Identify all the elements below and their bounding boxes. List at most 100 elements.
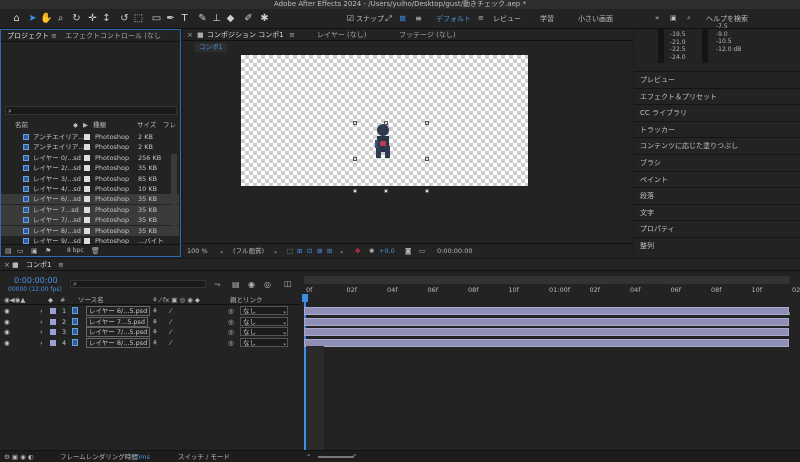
panel-item[interactable]: ブラシ: [634, 154, 800, 170]
quality-switch-icon[interactable]: ⁄: [170, 317, 171, 327]
parent-dropdown-chevron-icon[interactable]: ⌄: [282, 327, 287, 337]
transparency-grid-icon[interactable]: ⊞: [297, 244, 302, 258]
roto-tool-icon[interactable]: ✐: [242, 12, 255, 25]
panel-item[interactable]: 整列: [634, 237, 800, 253]
tab-timeline-comp[interactable]: コンポ1: [26, 259, 51, 271]
panel-item[interactable]: コンテンツに応じた塗りつぶし: [634, 137, 800, 153]
hand-tool-icon[interactable]: ✋: [40, 12, 53, 25]
quality-switch-icon[interactable]: ⁄: [170, 327, 171, 337]
interpret-footage-icon[interactable]: ▤: [5, 245, 12, 257]
grid-icon[interactable]: ⊞: [327, 244, 332, 258]
view-chevron-icon[interactable]: ⌄: [339, 244, 344, 258]
transform-handle-l[interactable]: [353, 157, 357, 161]
mask-visibility-icon[interactable]: ⊡: [307, 244, 312, 258]
label-color-icon[interactable]: [84, 165, 90, 172]
shy-layers-icon[interactable]: ◉: [248, 280, 255, 289]
project-item[interactable]: レイヤー 6/...sd Photoshop 35 KB: [1, 194, 179, 205]
project-item[interactable]: アンチエイリア... Photoshop 2 KB: [1, 142, 179, 152]
comp-timecode[interactable]: 0:00:00:00: [437, 244, 473, 258]
expand-chevron-icon[interactable]: ›: [40, 338, 43, 348]
parent-dropdown[interactable]: なし: [240, 337, 288, 347]
timeline-menu-icon[interactable]: ≡: [58, 259, 64, 271]
workspace-panel-icon[interactable]: ▣: [670, 14, 677, 22]
layer-name[interactable]: レイヤー 6/...5.psd: [86, 306, 151, 316]
layer-name[interactable]: レイヤー 8/...5.psd: [86, 337, 151, 348]
exposure-value[interactable]: +0.0: [379, 244, 395, 258]
visibility-icon[interactable]: ◉: [4, 327, 10, 337]
transform-handle-b[interactable]: [384, 189, 388, 193]
col-type-icon[interactable]: ▶: [83, 120, 88, 130]
expand-chevron-icon[interactable]: ›: [40, 317, 43, 327]
expand-chevron-icon[interactable]: ›: [40, 327, 43, 337]
pick-whip-icon[interactable]: ◎: [228, 306, 234, 316]
pick-whip-icon[interactable]: ◎: [228, 317, 234, 327]
project-item[interactable]: レイヤー 3/...sd Photoshop 85 KB: [1, 174, 179, 184]
project-item[interactable]: レイヤー 8/...sd Photoshop 35 KB: [1, 225, 179, 236]
zoom-chevron-icon[interactable]: ⌄: [219, 244, 224, 258]
project-search-input[interactable]: ⌕: [5, 106, 177, 115]
zoom-in-icon[interactable]: ⌃: [352, 451, 357, 462]
project-item[interactable]: レイヤー 4/...sd Photoshop 10 KB: [1, 184, 179, 194]
zoom-tool-icon[interactable]: ⌕: [54, 12, 67, 25]
transform-handle-tr[interactable]: [425, 121, 429, 125]
panel-item[interactable]: 段落: [634, 187, 800, 203]
eraser-tool-icon[interactable]: ◆: [224, 12, 237, 25]
status-icons[interactable]: ⚙ ▣ ◉ ◐: [4, 451, 34, 462]
tab-comp-menu-icon[interactable]: ≡: [289, 29, 295, 41]
zoom-slider[interactable]: [318, 456, 354, 458]
quality-switch-icon[interactable]: ⁄: [170, 306, 171, 316]
col-source-name[interactable]: ソース名: [78, 295, 104, 305]
shy-switch-icon[interactable]: ⚘: [152, 306, 158, 316]
snap-options-icon[interactable]: ⤢: [382, 12, 395, 25]
layer-row[interactable]: ◉ › 4 レイヤー 8/...5.psd ⚘ ⁄ ◎ なし ⌄: [0, 337, 300, 348]
parent-dropdown[interactable]: なし: [240, 327, 288, 336]
type-tool-icon[interactable]: T: [178, 12, 191, 25]
project-item[interactable]: レイヤー 7/...sd Photoshop 35 KB: [1, 215, 179, 226]
workspace-default[interactable]: デフォルト: [436, 14, 471, 24]
quality-dropdown[interactable]: (フル画質): [233, 244, 264, 258]
label-color-icon[interactable]: [50, 339, 56, 346]
tab-composition[interactable]: コンポジション コンポ1: [207, 29, 284, 41]
label-color-icon[interactable]: [84, 217, 90, 224]
label-color-icon[interactable]: [84, 175, 90, 182]
transform-handle-br[interactable]: [425, 189, 429, 193]
project-item[interactable]: アンチエイリア... Photoshop 2 KB: [1, 132, 179, 142]
shy-switch-icon[interactable]: ⚘: [152, 338, 158, 348]
col-parent-link[interactable]: 親とリンク: [230, 295, 263, 305]
pen-tool-icon[interactable]: ✒: [164, 12, 177, 25]
layer-duration-bar[interactable]: [304, 317, 789, 326]
guides-icon[interactable]: ⊠: [317, 244, 322, 258]
col-type[interactable]: 種類: [93, 120, 106, 130]
tab-layer[interactable]: レイヤー (なし): [317, 29, 366, 41]
rotate-tool-icon[interactable]: ↺: [118, 12, 131, 25]
timeline-lock-icon[interactable]: ■: [12, 259, 19, 271]
bpc-label[interactable]: 8 bpc: [67, 245, 84, 257]
rectangle-tool-icon[interactable]: ▭: [150, 12, 163, 25]
transform-handle-t[interactable]: [384, 121, 388, 125]
label-color-icon[interactable]: [84, 196, 90, 203]
project-item[interactable]: レイヤー 2/...sd Photoshop 35 KB: [1, 163, 179, 173]
timeline-close-icon[interactable]: ×: [4, 259, 10, 271]
label-color-icon[interactable]: [50, 329, 56, 335]
show-snapshot-icon[interactable]: ▭: [419, 244, 425, 258]
visibility-icon[interactable]: ◉: [4, 306, 10, 316]
label-color-icon[interactable]: [84, 186, 90, 192]
project-scrollbar[interactable]: [171, 154, 177, 226]
motion-blur-icon[interactable]: ◎: [264, 280, 271, 289]
clone-tool-icon[interactable]: ⊥: [210, 12, 223, 25]
expand-chevron-icon[interactable]: ›: [40, 306, 43, 316]
tab-effect-controls[interactable]: エフェクトコントロール (なし: [65, 30, 161, 42]
visibility-icon[interactable]: ◉: [4, 317, 10, 327]
project-item[interactable]: レイヤー 0/...sd Photoshop 256 KB: [1, 153, 179, 163]
pick-whip-icon[interactable]: ◎: [228, 327, 234, 337]
col-name[interactable]: 名前: [15, 120, 28, 130]
layer-duration-bar[interactable]: [304, 307, 789, 315]
workspace-review[interactable]: レビュー: [493, 14, 521, 24]
label-column-icon[interactable]: ◆: [73, 120, 78, 130]
work-area-bar[interactable]: [304, 276, 790, 284]
draft-3d-icon[interactable]: ▤: [232, 280, 240, 289]
panel-item[interactable]: トラッカー: [634, 120, 800, 137]
composition-canvas[interactable]: [241, 55, 528, 193]
panel-item[interactable]: プレビュー: [634, 71, 800, 87]
label-color-icon[interactable]: [84, 134, 90, 140]
